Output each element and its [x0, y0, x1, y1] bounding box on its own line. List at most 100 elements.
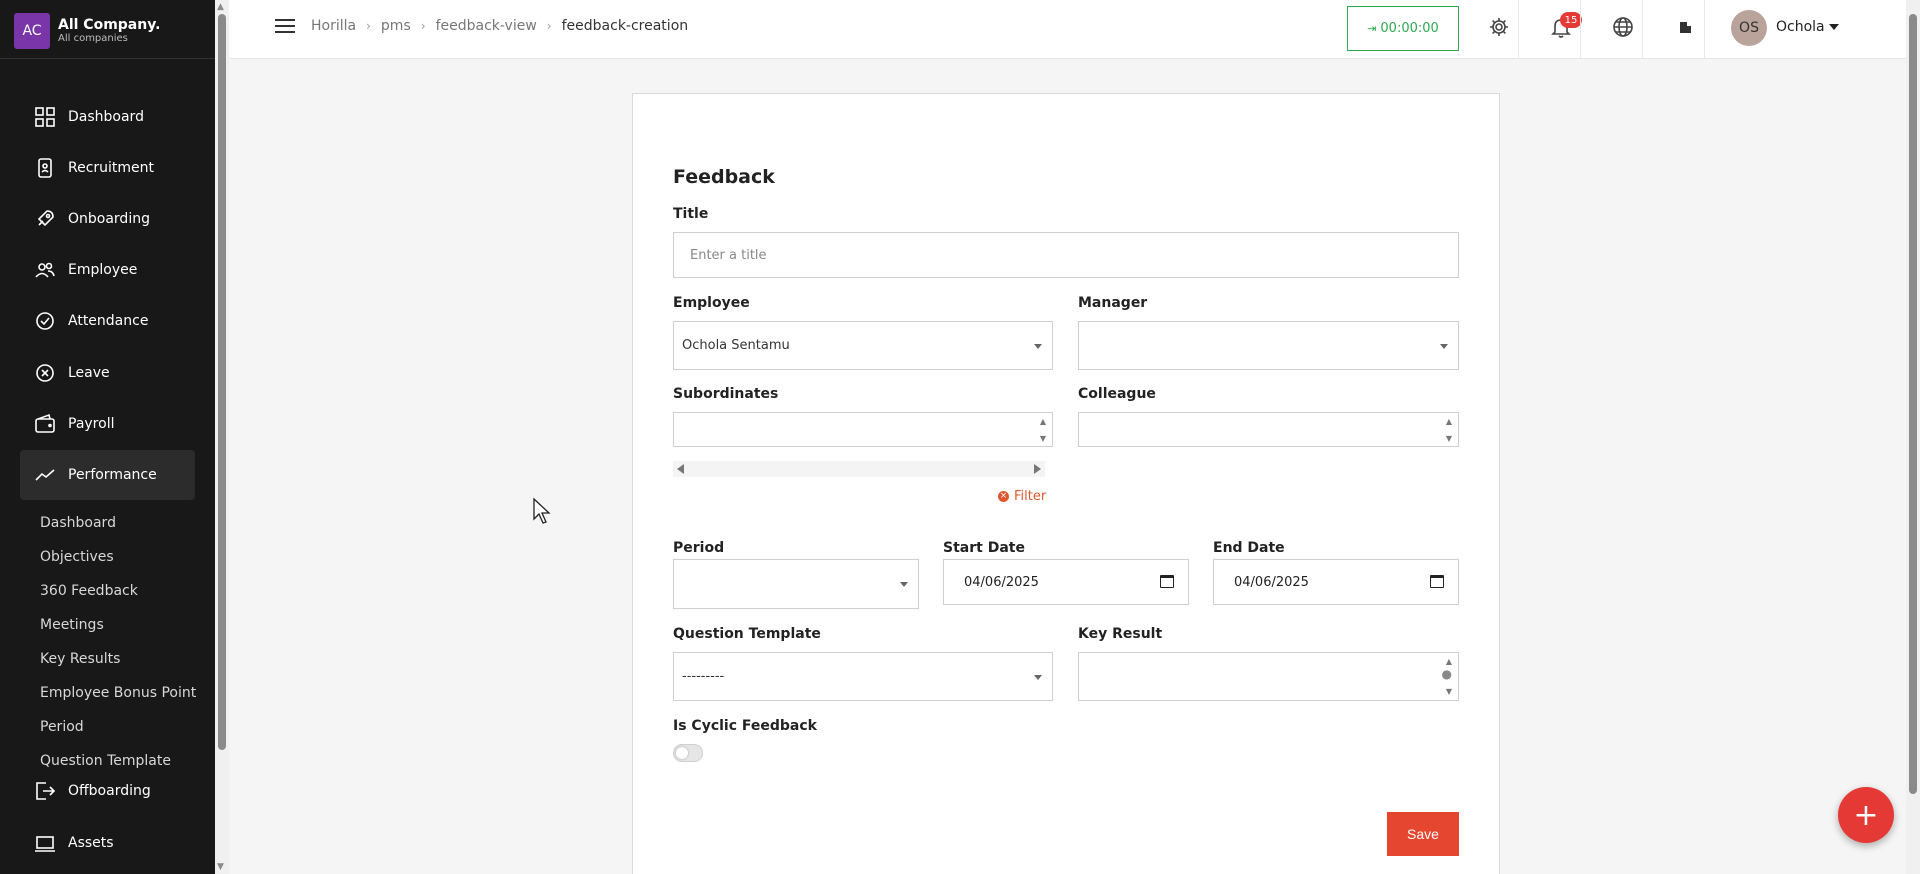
key-result-multiselect[interactable]: ▲ ● ▼	[1078, 652, 1459, 701]
sidebar-item-leave[interactable]: Leave	[20, 348, 195, 398]
sidebar-item-label: Employee	[68, 262, 138, 278]
sidebar-item-label: Offboarding	[68, 783, 151, 799]
menu-toggle-icon[interactable]	[275, 19, 295, 35]
sidebar-scrollbar[interactable]: ▲ ▼	[215, 0, 229, 874]
sidebar-item-label: Dashboard	[68, 109, 144, 125]
clock-in-button[interactable]: ⇥ 00:00:00	[1347, 6, 1459, 51]
scroll-down-icon[interactable]: ▼	[217, 862, 224, 872]
scroll-up-icon[interactable]: ▲	[217, 2, 224, 12]
add-action-button[interactable]: +	[1838, 787, 1894, 843]
breadcrumb-horilla[interactable]: Horilla	[311, 18, 356, 34]
subnav-dashboard[interactable]: Dashboard	[40, 515, 116, 531]
subnav-employee-bonus-point[interactable]: Employee Bonus Point	[40, 685, 196, 701]
end-date-input[interactable]: 04/06/2025	[1213, 559, 1459, 605]
question-template-value: ---------	[682, 669, 725, 684]
filter-label: Filter	[1014, 489, 1047, 504]
manager-label: Manager	[1078, 295, 1148, 311]
sidebar-item-dashboard[interactable]: Dashboard	[20, 92, 195, 142]
globe-icon[interactable]	[1609, 12, 1637, 42]
scroll-up-icon[interactable]: ▲	[1446, 657, 1452, 666]
cyclic-feedback-label: Is Cyclic Feedback	[673, 718, 817, 734]
subnav-period[interactable]: Period	[40, 719, 84, 735]
chevron-down-icon	[1034, 343, 1042, 349]
employee-select[interactable]: Ochola Sentamu	[673, 321, 1053, 370]
sidebar-item-onboarding[interactable]: Onboarding	[20, 194, 195, 244]
topbar-divider	[1642, 0, 1643, 59]
x-circle-icon	[34, 362, 56, 384]
sidebar-scrollbar-thumb[interactable]	[218, 14, 226, 750]
calendar-icon[interactable]	[1160, 575, 1174, 588]
sidebar-item-label: Leave	[68, 365, 110, 381]
breadcrumb-feedback-view[interactable]: feedback-view	[436, 18, 537, 34]
chevron-down-icon	[900, 582, 908, 587]
subordinates-label: Subordinates	[673, 386, 779, 402]
clock-in-icon: ⇥	[1367, 22, 1377, 35]
scroll-down-icon[interactable]: ▼	[1446, 434, 1452, 443]
form-heading: Feedback	[673, 166, 775, 188]
scroll-up-icon[interactable]: ▲	[1446, 417, 1452, 426]
company-logo: AC	[14, 13, 50, 49]
sidebar-item-recruitment[interactable]: Recruitment	[20, 143, 195, 193]
manager-select[interactable]	[1078, 321, 1459, 370]
chevron-down-icon[interactable]	[1829, 24, 1839, 30]
key-result-label: Key Result	[1078, 626, 1163, 642]
period-select[interactable]	[673, 559, 919, 609]
scroll-up-icon[interactable]: ▲	[1040, 417, 1046, 426]
sidebar-item-employee[interactable]: Employee	[20, 245, 195, 295]
start-date-input[interactable]: 04/06/2025	[943, 559, 1189, 605]
user-name[interactable]: Ochola	[1776, 19, 1825, 35]
scroll-down-icon[interactable]: ▼	[1040, 434, 1046, 443]
subordinates-horizontal-scrollbar[interactable]	[673, 461, 1045, 477]
topbar-divider	[1580, 0, 1581, 59]
sidebar-item-offboarding[interactable]: Offboarding	[20, 766, 195, 816]
topbar-divider	[1518, 0, 1519, 59]
subnav-360-feedback[interactable]: 360 Feedback	[40, 583, 138, 599]
sidebar-item-label: Attendance	[68, 313, 149, 329]
building-icon[interactable]	[1671, 12, 1699, 42]
scroll-right-icon[interactable]	[1034, 464, 1041, 474]
end-date-value: 04/06/2025	[1234, 574, 1309, 590]
company-subtitle: All companies	[58, 33, 128, 44]
sidebar-item-payroll[interactable]: Payroll	[20, 399, 195, 449]
chevron-right-icon: ›	[546, 19, 552, 33]
question-template-label: Question Template	[673, 626, 821, 642]
save-button[interactable]: Save	[1387, 812, 1459, 856]
page-scrollbar-thumb[interactable]	[1909, 14, 1917, 794]
filter-icon: ×	[998, 491, 1009, 502]
notification-badge: 15	[1560, 12, 1582, 28]
question-template-select[interactable]: ---------	[673, 652, 1053, 701]
timer-value: 00:00:00	[1380, 21, 1439, 36]
chevron-right-icon: ›	[420, 19, 426, 33]
trend-icon	[34, 464, 56, 486]
calendar-icon[interactable]	[1430, 575, 1444, 588]
subnav-key-results[interactable]: Key Results	[40, 651, 120, 667]
sidebar-item-attendance[interactable]: Attendance	[20, 296, 195, 346]
subnav-objectives[interactable]: Objectives	[40, 549, 114, 565]
page-scrollbar[interactable]	[1906, 0, 1920, 874]
cyclic-feedback-toggle[interactable]	[673, 744, 703, 762]
company-switcher[interactable]: AC All Company. All companies	[14, 13, 160, 49]
subnav-question-template[interactable]: Question Template	[40, 753, 171, 769]
subordinates-multiselect[interactable]: ▲ ▼	[673, 412, 1053, 447]
sidebar-item-assets[interactable]: Assets	[20, 818, 195, 868]
colleague-multiselect[interactable]: ▲ ▼	[1078, 412, 1459, 447]
employee-value: Ochola Sentamu	[682, 338, 790, 353]
rocket-icon	[34, 208, 56, 230]
chevron-right-icon: ›	[366, 19, 371, 33]
scroll-left-icon[interactable]	[677, 464, 684, 474]
sidebar-item-performance[interactable]: Performance	[20, 450, 195, 500]
breadcrumb: Horilla › pms › feedback-view › feedback…	[311, 18, 688, 34]
gear-icon[interactable]	[1485, 12, 1513, 42]
scroll-down-icon[interactable]: ▼	[1446, 687, 1452, 696]
users-icon	[34, 259, 56, 281]
filter-link[interactable]: × Filter	[998, 489, 1046, 504]
scroll-thumb-icon[interactable]: ●	[1442, 668, 1452, 680]
sidebar-divider	[0, 58, 215, 59]
title-input[interactable]: Enter a title	[673, 232, 1459, 278]
subnav-meetings[interactable]: Meetings	[40, 617, 104, 633]
chevron-down-icon	[1440, 343, 1448, 349]
recruitment-icon	[34, 157, 56, 179]
breadcrumb-pms[interactable]: pms	[381, 18, 411, 34]
avatar[interactable]: OS	[1731, 10, 1767, 46]
sidebar-item-label: Onboarding	[68, 211, 150, 227]
